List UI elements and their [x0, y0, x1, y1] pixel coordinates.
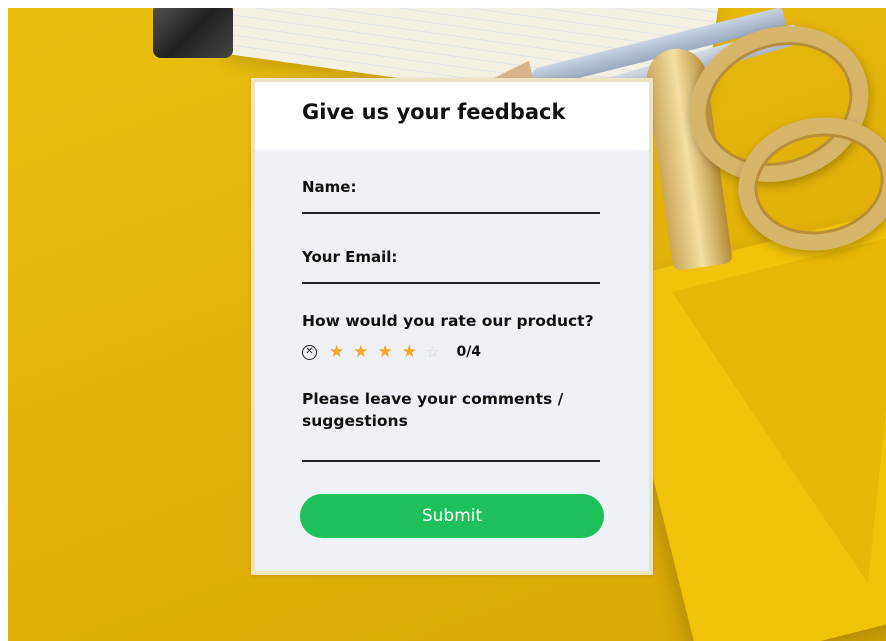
name-input[interactable] [302, 196, 600, 214]
star-filled-icon[interactable]: ★ [378, 343, 393, 361]
comments-input[interactable] [302, 444, 600, 462]
feedback-card: Give us your feedback Name: Your Email: … [251, 78, 653, 575]
feedback-form: Name: Your Email: How would you rate our… [255, 150, 649, 538]
clear-circle-icon[interactable]: ✕ [302, 344, 317, 360]
name-label: Name: [302, 178, 357, 196]
binder-clip-graphic [153, 8, 233, 58]
email-input[interactable] [302, 266, 600, 284]
rating-question: How would you rate our product? [302, 312, 594, 330]
star-filled-icon[interactable]: ★ [402, 343, 417, 361]
star-filled-icon[interactable]: ★ [329, 343, 344, 361]
submit-button[interactable]: Submit [300, 494, 604, 538]
email-label: Your Email: [302, 248, 398, 266]
star-empty-icon[interactable]: ☆ [426, 344, 439, 360]
rating-value: 0/4 [456, 344, 482, 360]
page-title: Give us your feedback [302, 100, 566, 124]
card-header: Give us your feedback [255, 82, 649, 150]
comments-label: Please leave your comments / suggestions [302, 390, 564, 430]
star-filled-icon[interactable]: ★ [353, 343, 368, 361]
star-rating: ✕ ★ ★ ★ ★ ☆ 0/4 [302, 342, 601, 362]
stars-container: ★ ★ ★ ★ ☆ [329, 343, 448, 361]
